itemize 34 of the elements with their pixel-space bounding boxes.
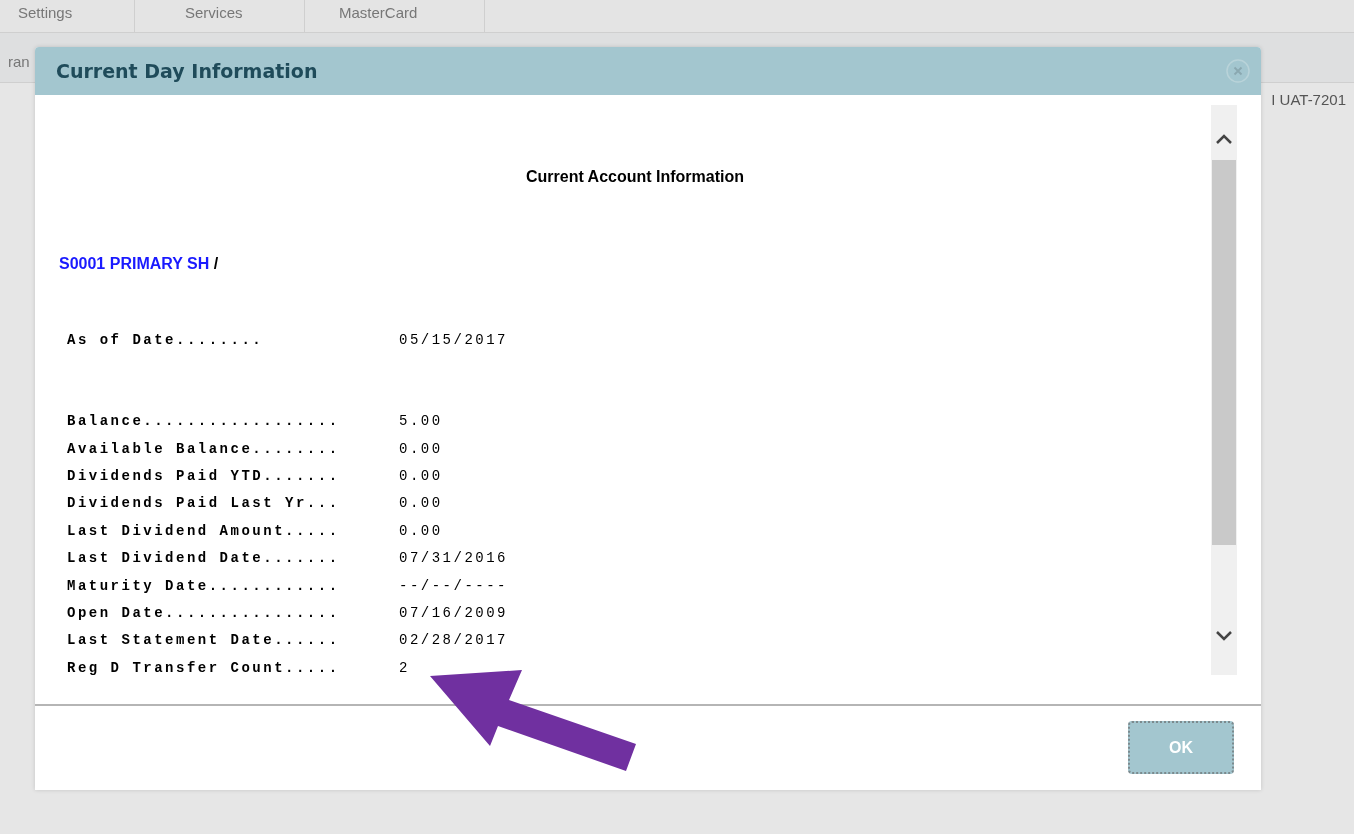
- ok-button[interactable]: OK: [1128, 721, 1234, 774]
- field-value: 07/31/2016: [399, 549, 508, 569]
- account-link[interactable]: S0001 PRIMARY SH: [59, 252, 210, 276]
- scrollbar-thumb[interactable]: [1212, 160, 1236, 545]
- field-value: 0.00: [399, 521, 443, 541]
- field-value: --/--/----: [399, 576, 508, 596]
- field-label: Dividends Paid Last Yr...: [67, 494, 341, 514]
- field-value: 02/28/2017: [399, 631, 508, 651]
- field-label: Last Statement Date......: [67, 631, 341, 651]
- scrollbar[interactable]: [1211, 105, 1237, 675]
- account-suffix: /: [212, 254, 219, 274]
- tab-label[interactable]: ran: [8, 51, 30, 71]
- field-label: Open Date................: [67, 603, 341, 623]
- field-label: Last Dividend Amount.....: [67, 521, 341, 541]
- field-label: Last Dividend Date.......: [67, 549, 341, 569]
- field-label: Maturity Date............: [67, 576, 341, 596]
- field-label: Reg D Transfer Count.....: [67, 658, 341, 678]
- field-value: 0.00: [399, 466, 443, 486]
- field-value: 2: [399, 658, 410, 678]
- field-label: Available Balance........: [67, 439, 341, 459]
- field-label: As of Date........: [67, 331, 265, 350]
- field-value: 07/16/2009: [399, 603, 508, 623]
- close-icon[interactable]: [1226, 59, 1250, 83]
- field-value: 0.00: [399, 439, 443, 459]
- field-label: Dividends Paid YTD.......: [67, 466, 341, 486]
- scroll-up-icon[interactable]: [1215, 133, 1233, 145]
- environment-label: I UAT-7201: [1271, 90, 1346, 110]
- dialog-title: Current Day Information: [56, 58, 318, 84]
- field-value: 05/15/2017: [399, 331, 508, 350]
- field-value: 5.00: [399, 412, 443, 432]
- scroll-down-icon[interactable]: [1215, 630, 1233, 642]
- section-heading: Current Account Information: [525, 167, 745, 187]
- field-value: 0.00: [399, 494, 443, 514]
- field-label: Balance..................: [67, 412, 341, 432]
